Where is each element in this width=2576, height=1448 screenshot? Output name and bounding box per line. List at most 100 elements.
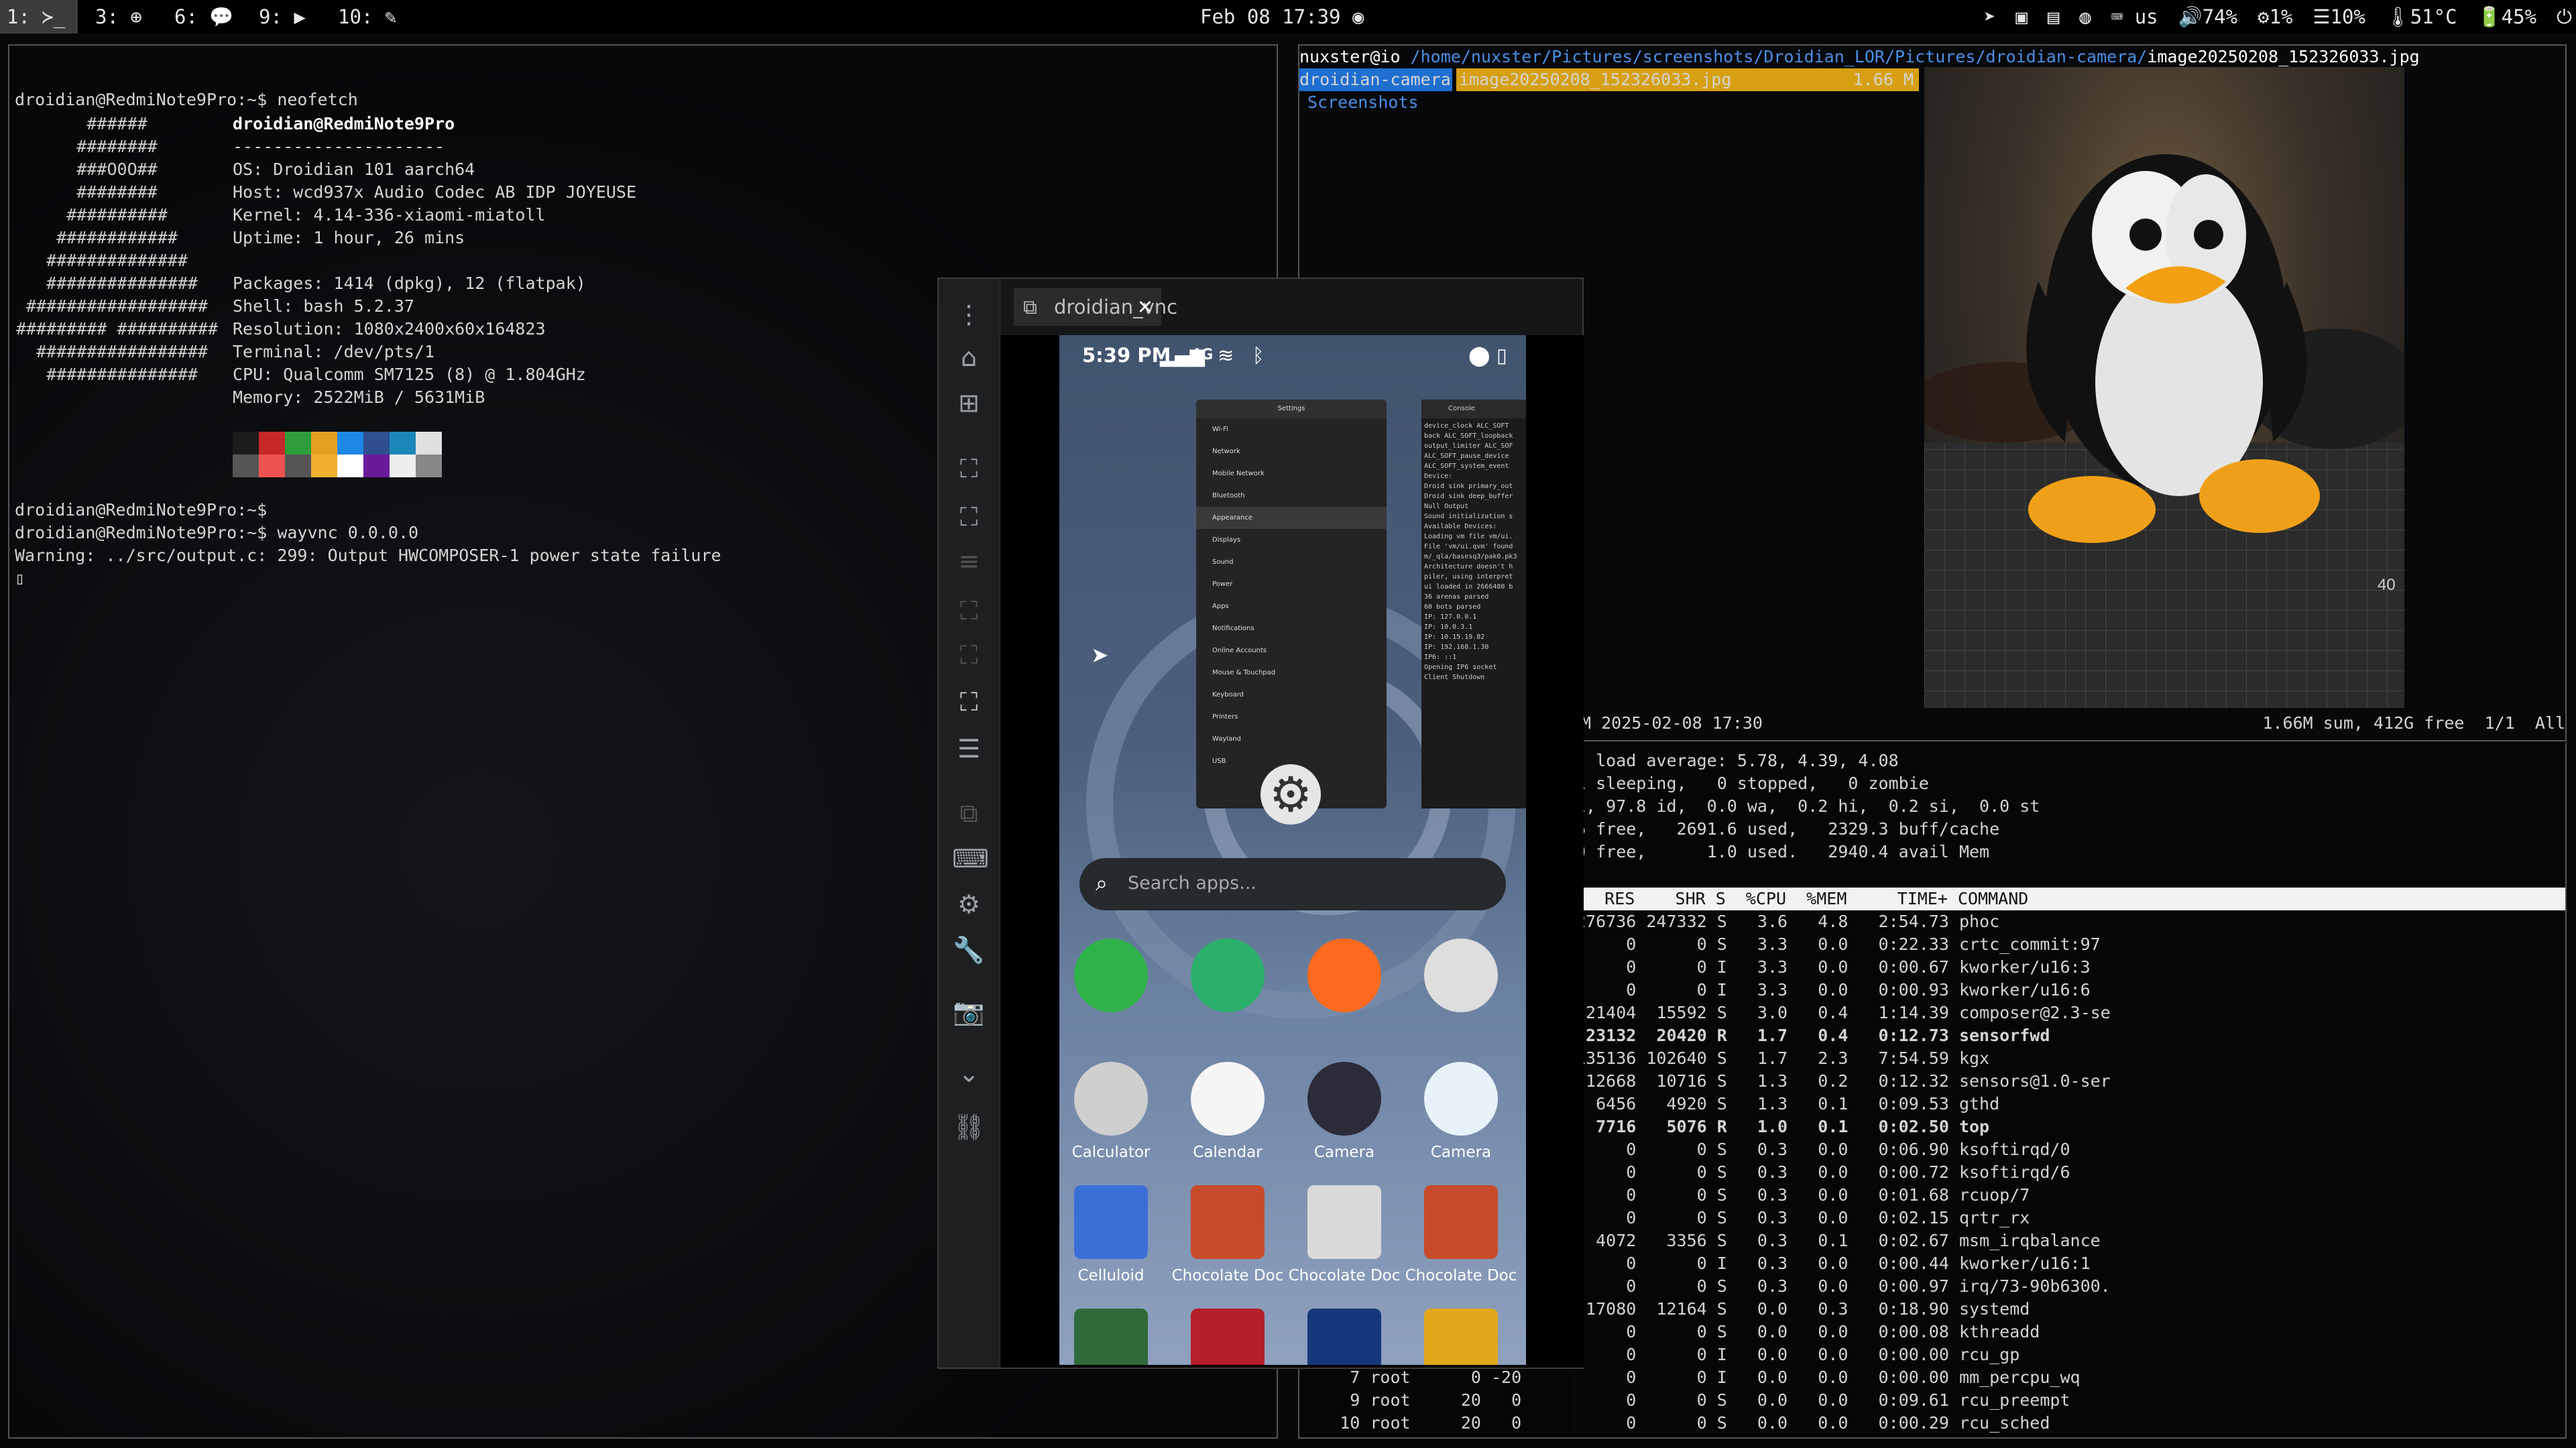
app-launcher-item[interactable]: Chocolate Doc [1404, 1185, 1518, 1284]
zoom-fit-icon[interactable]: ⛶ [952, 594, 986, 627]
telegram-icon[interactable]: ➤ [1984, 0, 1995, 34]
settings-item[interactable]: Notifications [1196, 617, 1387, 640]
app-launcher-item[interactable]: Camera [1287, 1062, 1401, 1161]
ranger-footer-right: 1.66M sum, 412G free 1/1 All [2262, 713, 2565, 733]
settings-item[interactable]: Mouse & Touchpad [1196, 662, 1387, 684]
tab-droidian-vnc[interactable]: ⧉ droidian_vnc ✕ [1014, 288, 1177, 326]
process-row: 0 0 S 0.3 0.0 0:00.72 ksoftirqd/6 [1576, 1162, 2070, 1182]
app-launcher-item[interactable]: Chocolate Doc [1171, 1185, 1285, 1284]
console-line: Architecture doesn't h [1424, 563, 1513, 570]
screenshot-icon[interactable]: 📷 [952, 995, 986, 1028]
app-launcher-item[interactable] [1404, 939, 1518, 1020]
home-icon[interactable]: ⌂ [952, 341, 986, 374]
status-area: ➤ ▣ ▤ ◍ ⌨ us 🔊74% ⚙1% ☰10% 🌡51°C 🔋45% ⏻ [1984, 0, 2572, 34]
settings-item[interactable]: Network [1196, 440, 1387, 463]
palette-swatch [390, 432, 416, 455]
app-launcher-item[interactable] [1404, 1309, 1518, 1365]
console-window-thumb[interactable]: Console device_clock ALC_SOFT back ALC_SO… [1421, 400, 1526, 808]
dir-screenshots[interactable]: Screenshots [1307, 91, 1419, 114]
app-launcher-item[interactable] [1171, 1309, 1285, 1365]
settings-item[interactable]: Wi-Fi [1196, 418, 1387, 440]
scaling-icon[interactable]: ⛶ [952, 685, 986, 719]
tray-icon[interactable]: ▣ [2015, 0, 2027, 34]
power-icon[interactable]: ⏻ [2557, 0, 2572, 34]
info-resolution: Resolution: 1080x2400x60x164823 [233, 319, 546, 339]
app-launcher-item[interactable]: Calendar [1171, 1062, 1285, 1161]
settings-item[interactable]: Mobile Network [1196, 463, 1387, 485]
console-line: 36 arenas parsed [1424, 593, 1489, 601]
settings-window-thumb[interactable]: Settings Wi-Fi Network Mobile Network Bluet… [1196, 400, 1387, 808]
network-type: 4G [1191, 347, 1214, 363]
fullscreen-icon[interactable]: ⛶ [952, 500, 986, 534]
settings-item[interactable]: Displays [1196, 529, 1387, 551]
mem-line: 6 free, 2691.6 used, 2329.3 buff/cache [1576, 819, 2000, 839]
close-icon[interactable]: ✕ [1137, 288, 1153, 326]
chat-tray-icon[interactable]: ▤ [2048, 0, 2059, 34]
dir-droidian-camera[interactable]: droidian-camera [1299, 68, 1452, 91]
file-selected[interactable]: image20250208_152326033.jpg 1.66 M [1456, 68, 1919, 91]
tools-icon[interactable]: 🔧 [952, 933, 986, 967]
fit-screen-icon[interactable]: ⛶ [952, 452, 986, 485]
settings-list: Wi-Fi Network Mobile Network Bluetooth Appea… [1196, 418, 1387, 772]
terminal-top[interactable]: , load average: 5.78, 4.39, 4.08 1 sleep… [1573, 743, 2567, 1439]
console-line: output_limiter ALC_SOF [1424, 442, 1513, 450]
settings-item[interactable]: Online Accounts [1196, 640, 1387, 662]
palette-swatch [337, 432, 363, 455]
workspace-9[interactable]: 9: ▶ [252, 0, 319, 34]
settings-gear-icon[interactable]: ⚙ [1261, 764, 1321, 825]
vnc-viewer-window[interactable]: ⋮ ⌂ ⊞ ⛶ ⛶ ≡ ⛶ ⛶ ⛶ ☰ ⧉ ⌨ ⚙ 🔧 📷 ⌄ ⛓ ⧉ droi… [937, 278, 1584, 1369]
process-row: 0 0 S 0.3 0.0 0:00.97 irq/73-90b6300. [1576, 1276, 2111, 1296]
process-row: 7 root 0 -20 0 [1299, 1368, 1574, 1387]
app-launcher-item[interactable]: Camera [1404, 1062, 1518, 1161]
volume-status[interactable]: 🔊74% [2178, 0, 2238, 34]
preferences-icon[interactable]: ⚙ [952, 888, 986, 921]
app-label: Chocolate Doc [1288, 1267, 1401, 1284]
scale-icon[interactable]: ≡ [952, 544, 986, 578]
keyboard-icon[interactable]: ⌨ [952, 842, 989, 876]
settings-item[interactable]: Printers [1196, 706, 1387, 728]
app-launcher-item[interactable] [1287, 939, 1401, 1020]
console-line: piler, using interpret [1424, 573, 1513, 581]
settings-item[interactable]: Power [1196, 573, 1387, 595]
app-launcher-item[interactable]: Chocolate Doc [1287, 1185, 1401, 1284]
battery-status: 🔋45% [2477, 5, 2537, 28]
app-launcher-item[interactable] [1059, 939, 1168, 1020]
settings-item[interactable]: Appearance [1196, 507, 1387, 529]
app-launcher-item[interactable] [1287, 1309, 1401, 1365]
settings-item[interactable]: Apps [1196, 595, 1387, 617]
workspace-3[interactable]: 3: ⊕ [89, 0, 156, 34]
settings-item[interactable]: Bluetooth [1196, 485, 1387, 507]
menu-icon[interactable]: ⋮ [952, 298, 986, 331]
app-launcher-item[interactable] [1059, 1309, 1168, 1365]
search-placeholder: Search apps... [1128, 873, 1256, 894]
app-launcher-item[interactable]: Celluloid [1059, 1185, 1168, 1284]
workspace-1[interactable]: 1: ≻_ [0, 0, 78, 34]
zoom-original-icon[interactable]: ⛶ [952, 638, 986, 672]
settings-item[interactable]: Wayland [1196, 728, 1387, 750]
user-host: droidian@RedmiNote9Pro [233, 114, 455, 133]
process-row: 23132 20420 R 1.7 0.4 0:12.73 sensorfwd [1576, 1026, 2050, 1045]
list-icon[interactable]: ☰ [952, 732, 986, 766]
console-line: ALC_SOFT_pause_device [1424, 452, 1509, 460]
process-row: 9 root 20 0 0 [1299, 1390, 1574, 1410]
search-apps-input[interactable]: ⌕ Search apps... [1079, 858, 1506, 910]
app-launcher-item[interactable]: Calculator [1059, 1062, 1168, 1161]
app-icon [1424, 1185, 1498, 1259]
phone-screen[interactable]: 5:39 PM ▂▄▆ 4G ≋ ᛒ ⬤ ▯ Settings Wi-Fi Net… [1059, 335, 1526, 1365]
app-icon [1074, 1309, 1148, 1365]
workspace-10[interactable]: 10: ✎ [331, 0, 405, 34]
separator: --------------------- [233, 137, 445, 156]
multi-monitor-icon[interactable]: ⧉ [952, 796, 986, 830]
disconnect-icon[interactable]: ⛓ [952, 1110, 986, 1144]
settings-item[interactable]: Keyboard [1196, 684, 1387, 706]
settings-item[interactable]: Sound [1196, 551, 1387, 573]
palette-swatch [363, 455, 390, 477]
swap-line: 0 free, 1.0 used. 2940.4 avail Mem [1576, 842, 1990, 861]
tasks-line: 1 sleeping, 0 stopped, 0 zombie [1576, 774, 1929, 793]
app-icon [1074, 1185, 1148, 1259]
new-window-icon[interactable]: ⊞ [952, 386, 986, 420]
workspace-6[interactable]: 6: 💬 [168, 0, 241, 34]
app-launcher-item[interactable] [1171, 939, 1285, 1020]
chevron-down-icon[interactable]: ⌄ [952, 1057, 986, 1090]
browser-tray-icon[interactable]: ◍ [2079, 0, 2091, 34]
